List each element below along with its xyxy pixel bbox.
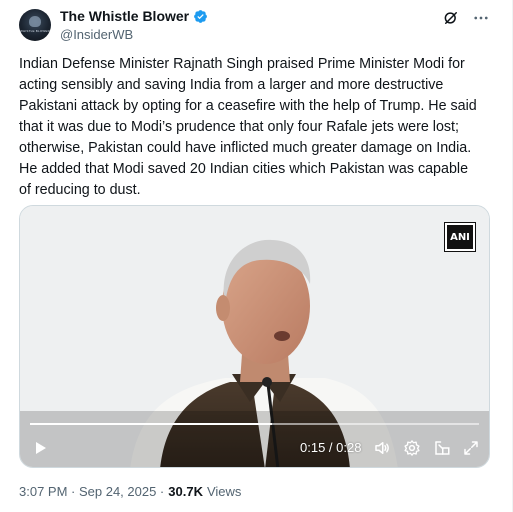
- settings-button[interactable]: [402, 438, 422, 458]
- avatar-figure: [29, 16, 41, 27]
- fullscreen-icon: [464, 441, 478, 455]
- volume-button[interactable]: [372, 438, 392, 458]
- video-player[interactable]: ANI 0:15 / 0:28: [19, 205, 490, 468]
- video-time: 0:15 / 0:28: [300, 440, 362, 455]
- author-name-row: The Whistle Blower: [60, 8, 208, 24]
- video-controls: 0:15 / 0:28: [20, 429, 489, 467]
- avatar[interactable]: WHISTLE BLOWER: [19, 9, 51, 41]
- tweet-text: Indian Defense Minister Rajnath Singh pr…: [19, 56, 477, 198]
- video-progress-bar[interactable]: [30, 423, 479, 425]
- avatar-caption: WHISTLE BLOWER: [20, 29, 50, 33]
- author-display-name[interactable]: The Whistle Blower: [60, 8, 189, 24]
- pip-button[interactable]: [432, 438, 452, 458]
- fullscreen-button[interactable]: [461, 438, 481, 458]
- tweet-card: WHISTLE BLOWER The Whistle Blower @Insid…: [0, 0, 513, 512]
- views-count: 30.7K: [168, 484, 203, 499]
- tweet-meta: 3:07 PM · Sep 24, 2025 · 30.7K Views: [19, 484, 241, 499]
- verified-badge-icon: [194, 9, 208, 23]
- more-icon[interactable]: [472, 9, 490, 27]
- watermark-logo: ANI: [444, 222, 476, 252]
- author-handle[interactable]: @InsiderWB: [60, 27, 133, 42]
- video-progress-fill: [30, 423, 273, 425]
- header-actions: [442, 9, 490, 27]
- pip-icon: [435, 441, 450, 455]
- play-icon: [36, 442, 46, 454]
- views-label: Views: [206, 484, 242, 499]
- play-button[interactable]: [30, 438, 50, 458]
- settings-icon: [404, 440, 420, 456]
- volume-icon: [375, 442, 389, 454]
- tweet-timestamp[interactable]: 3:07 PM · Sep 24, 2025 ·: [19, 484, 164, 499]
- grok-icon[interactable]: [442, 9, 460, 27]
